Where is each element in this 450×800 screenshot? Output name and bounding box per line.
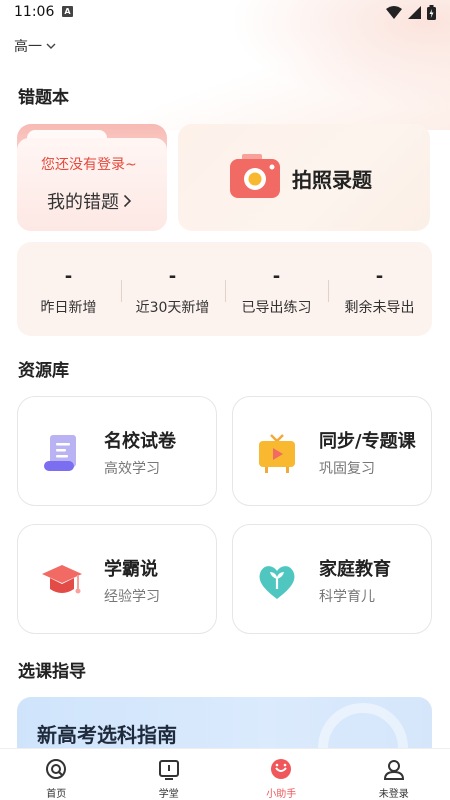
resource-card-exam-papers[interactable]: 名校试卷 高效学习 <box>17 396 217 506</box>
chevron-right-icon <box>123 194 132 208</box>
stat-label: 近30天新增 <box>135 300 210 316</box>
banner-title: 新高考选科指南 <box>37 723 177 747</box>
my-wrong-questions-card[interactable]: 您还没有登录~ 我的错题 <box>17 124 167 231</box>
resource-card-top-student-talk[interactable]: 学霸说 经验学习 <box>17 524 217 634</box>
resource-title: 学霸说 <box>104 559 158 580</box>
nav-item-school[interactable]: 学堂 <box>113 749 226 800</box>
resource-title: 家庭教育 <box>319 559 391 580</box>
card-inner <box>17 138 167 231</box>
nav-label: 首页 <box>46 789 67 800</box>
status-icons <box>386 5 436 20</box>
home-icon <box>46 759 67 779</box>
stat-value: - <box>168 266 177 287</box>
photo-record-card[interactable]: 拍照录题 <box>178 124 430 231</box>
resource-subtitle: 经验学习 <box>104 589 160 605</box>
resource-title: 同步/专题课 <box>319 431 416 452</box>
resources-title: 资源库 <box>18 361 69 381</box>
status-time: 11:06 <box>14 4 55 20</box>
school-icon <box>158 760 179 780</box>
stat-yesterday-new[interactable]: - 昨日新增 <box>17 242 120 336</box>
wrong-stats-card: - 昨日新增 - 近30天新增 - 已导出练习 - 剩余未导出 <box>17 242 432 336</box>
status-bar: 11:06 A <box>0 0 450 26</box>
nav-item-assistant[interactable]: 小助手 <box>225 749 338 800</box>
stat-label: 剩余未导出 <box>344 300 415 316</box>
stat-exported[interactable]: - 已导出练习 <box>225 242 328 336</box>
signal-icon <box>408 6 421 19</box>
battery-icon <box>427 5 436 20</box>
login-hint: 您还没有登录~ <box>41 157 137 173</box>
stat-value: - <box>272 266 281 287</box>
stat-30days-new[interactable]: - 近30天新增 <box>121 242 224 336</box>
resource-card-sync-courses[interactable]: 同步/专题课 巩固复习 <box>232 396 432 506</box>
my-wrong-questions-link[interactable]: 我的错题 <box>47 188 132 214</box>
grade-selector[interactable]: 高一 <box>14 36 56 56</box>
nav-item-home[interactable]: 首页 <box>0 749 113 800</box>
stat-label: 已导出练习 <box>241 300 312 316</box>
scroll-icon <box>44 435 76 471</box>
bottom-nav: 首页 学堂 小助手 未登录 <box>0 748 450 800</box>
camera-icon <box>230 154 280 198</box>
resource-card-family-education[interactable]: 家庭教育 科学育儿 <box>232 524 432 634</box>
assistant-icon <box>271 759 292 779</box>
my-wrong-label: 我的错题 <box>47 192 119 213</box>
wrong-book-title: 错题本 <box>18 88 69 108</box>
chevron-down-icon <box>46 43 56 49</box>
grade-label: 高一 <box>14 39 42 55</box>
nav-item-profile[interactable]: 未登录 <box>338 749 450 800</box>
resource-title: 名校试卷 <box>104 431 176 452</box>
resource-subtitle: 科学育儿 <box>319 589 375 605</box>
graduation-cap-icon <box>42 565 82 594</box>
stat-label: 昨日新增 <box>40 300 97 316</box>
nav-label: 学堂 <box>158 789 179 800</box>
nav-label: 未登录 <box>378 789 409 800</box>
page: 11:06 A 高一 错题本 您还没有登录~ 我的错题 拍照录题 - 昨日新增 … <box>0 0 450 800</box>
user-icon <box>383 760 404 780</box>
course-guide-title: 选课指导 <box>18 662 86 682</box>
stat-value: - <box>375 266 384 287</box>
nav-label: 小助手 <box>266 789 297 800</box>
wifi-icon <box>386 6 402 19</box>
resource-subtitle: 高效学习 <box>104 461 160 477</box>
photo-record-label: 拍照录题 <box>292 168 372 192</box>
stat-value: - <box>64 266 73 287</box>
stat-not-exported[interactable]: - 剩余未导出 <box>328 242 431 336</box>
resource-subtitle: 巩固复习 <box>319 461 375 477</box>
video-board-icon <box>259 434 295 473</box>
notification-badge: A <box>62 6 73 17</box>
heart-sprout-icon <box>259 566 295 599</box>
